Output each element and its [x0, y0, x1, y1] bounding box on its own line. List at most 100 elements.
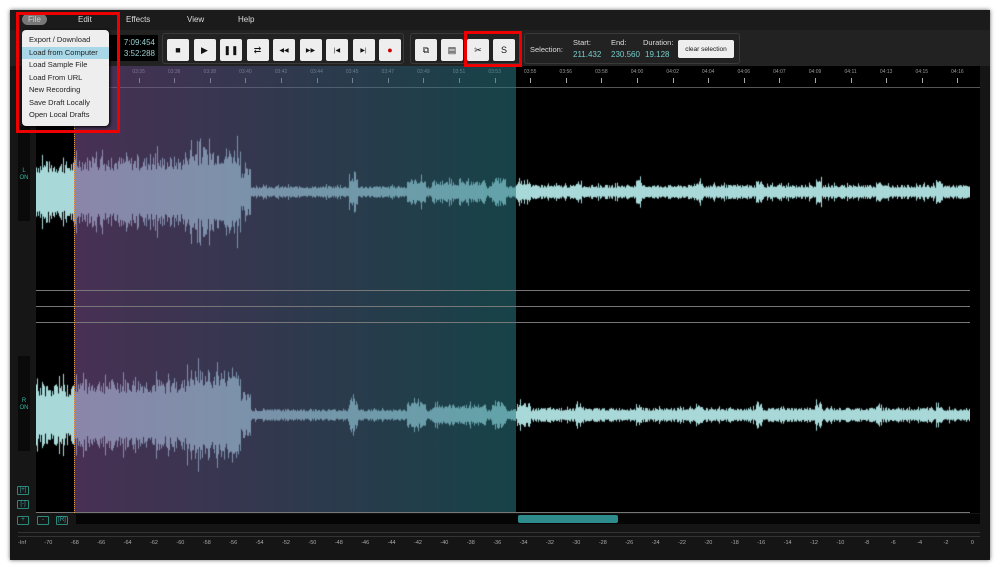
ruler-tick: [743, 78, 745, 83]
channel-name: L: [22, 168, 26, 174]
ruler-tick: [850, 78, 852, 83]
loop-button[interactable]: ⇄: [246, 39, 269, 61]
paste-icon: ▤: [447, 44, 457, 55]
ruler-tick-label: 04:04: [701, 69, 715, 75]
meter-label: -38: [466, 540, 475, 546]
ruler-tick-label: 04:09: [808, 69, 822, 75]
skip-end-button[interactable]: ▶|: [352, 39, 375, 61]
play-icon: ▶: [201, 44, 208, 55]
meter-label: -30: [572, 540, 581, 546]
divider: [36, 290, 970, 291]
meter-label: -20: [704, 540, 713, 546]
meter-label: -58: [202, 540, 211, 546]
meter-label: -14: [783, 540, 792, 546]
horizontal-scrollbar[interactable]: [76, 514, 980, 524]
end-label: End:: [611, 38, 627, 47]
vertical-zoom-in-button[interactable]: [+]: [17, 486, 29, 495]
menu-effects[interactable]: Effects: [126, 15, 150, 24]
duration-label: Duration:: [643, 38, 674, 47]
copy-icon: ⧉: [422, 44, 430, 55]
menu-bar: File Edit Effects View Help: [10, 10, 990, 30]
ruler-tick: [565, 78, 567, 83]
waveform-area[interactable]: [36, 66, 980, 513]
ruler-tick-label: 04:02: [666, 69, 679, 75]
meter-label: -6: [890, 540, 896, 546]
ruler-tick-label: 04:15: [915, 69, 929, 75]
pause-button[interactable]: ❚❚: [220, 39, 242, 61]
meter-label: -32: [546, 540, 554, 546]
meter-label: -2: [943, 540, 949, 546]
zoom-in-button[interactable]: +: [17, 516, 29, 525]
meter-label: -66: [97, 540, 106, 546]
ruler-tick: [779, 78, 781, 83]
channel-right-toggle[interactable]: R ON: [18, 356, 30, 451]
divider: [36, 306, 970, 307]
vertical-zoom-out-button[interactable]: [-]: [17, 500, 29, 509]
stop-icon: ■: [175, 45, 181, 55]
meter-label: -34: [519, 540, 528, 546]
copy-button[interactable]: ⧉: [415, 39, 437, 61]
meter-label: -22: [678, 540, 686, 546]
menu-help[interactable]: Help: [238, 15, 254, 24]
meter-label: -10: [836, 540, 845, 546]
ruler-tick-label: 04:16: [951, 69, 964, 75]
divider: [36, 322, 970, 323]
channel-name: R: [21, 398, 27, 404]
loop-icon: ⇄: [253, 44, 262, 55]
ruler-tick-label: 03:55: [523, 69, 537, 75]
fast-forward-button[interactable]: ▶▶: [299, 39, 322, 61]
meter-label: -56: [229, 540, 238, 546]
channel-state: ON: [19, 175, 29, 181]
ruler-tick: [672, 78, 674, 83]
ruler-tick: [708, 78, 710, 83]
meter-label: -36: [493, 540, 502, 546]
meter-bar: [18, 532, 980, 537]
duration-value: 19.128: [645, 50, 670, 59]
selection-panel: Selection: Start: 211.432 End: 230.560 D…: [524, 33, 740, 64]
end-value: 230.560: [611, 50, 640, 59]
meter-label: -64: [123, 540, 132, 546]
record-button[interactable]: ●: [379, 39, 401, 61]
highlight-file-menu: [16, 12, 120, 133]
fast-forward-icon: ▶▶: [305, 47, 316, 54]
channel-left-toggle[interactable]: L ON: [18, 126, 30, 221]
meter-label: -12: [810, 540, 818, 546]
play-button[interactable]: ▶: [193, 39, 216, 61]
meter-label: -26: [625, 540, 634, 546]
meter-label: 0: [970, 540, 974, 546]
meter-label: -52: [282, 540, 290, 546]
ruler-tick: [815, 78, 816, 83]
divider: [36, 512, 970, 513]
ruler-tick-label: 04:00: [630, 69, 644, 75]
playhead[interactable]: [74, 66, 75, 513]
pause-icon: ❚❚: [223, 44, 239, 55]
menu-view[interactable]: View: [187, 15, 204, 24]
stop-button[interactable]: ■: [167, 39, 189, 61]
channel-sidebar: L ON R ON [+] [-]: [10, 66, 36, 526]
scrollbar-thumb[interactable]: [518, 515, 618, 523]
skip-start-button[interactable]: |◀: [326, 39, 348, 61]
meter-label: -54: [255, 540, 264, 546]
zoom-reset-button[interactable]: [R]: [56, 516, 68, 525]
meter-label: -4: [917, 540, 923, 546]
meter-label: -68: [70, 540, 79, 546]
meter-label: -70: [44, 540, 53, 546]
meter-label: -24: [651, 540, 660, 546]
record-icon: ●: [387, 45, 393, 55]
meter-label: -46: [361, 540, 370, 546]
ruler-tick-label: 04:11: [844, 69, 857, 75]
clear-selection-button[interactable]: clear selection: [678, 40, 734, 58]
paste-button[interactable]: ▤: [441, 39, 463, 61]
meter-label: -18: [730, 540, 739, 546]
meter-label: -60: [176, 540, 185, 546]
meter-label: -28: [598, 540, 607, 546]
level-meter: -Inf -70 -68 -66 -64 -62 -60 -58 -56 -54 -52 -50 -48…: [10, 528, 990, 560]
rewind-button[interactable]: ◀◀: [273, 39, 295, 61]
zoom-out-button[interactable]: -: [37, 516, 49, 525]
ruler-tick-label: 04:13: [879, 69, 893, 75]
transport-group: ■ ▶ ❚❚ ⇄ ◀◀ ▶▶ |◀ ▶| ●: [162, 33, 404, 64]
ruler-tick: [637, 78, 638, 83]
meter-label: -48: [334, 540, 343, 546]
skip-start-icon: |◀: [333, 47, 341, 54]
ruler-tick-label: 04:06: [737, 69, 751, 75]
